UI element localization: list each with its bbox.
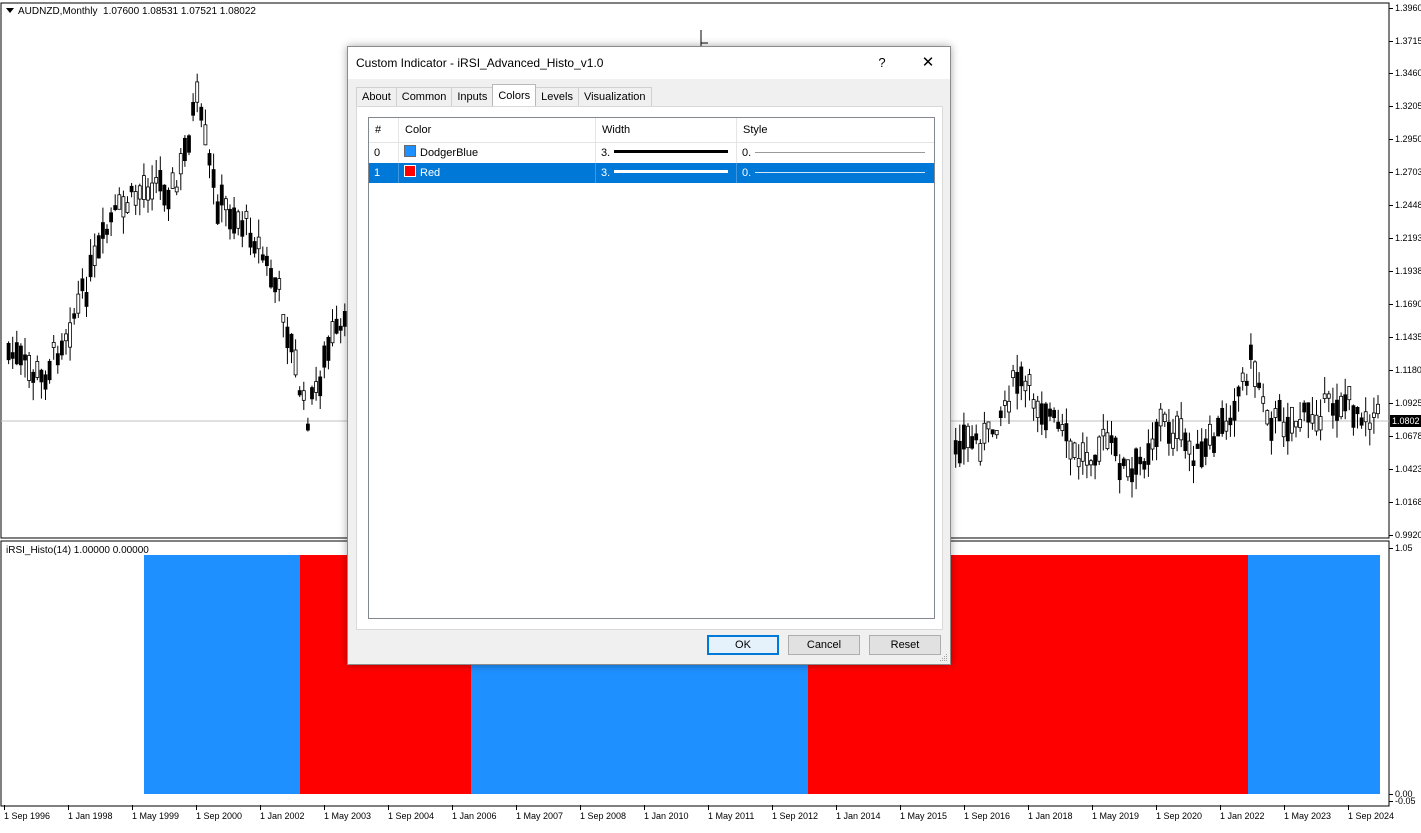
price-tick-label: 1.3460 [1389, 68, 1421, 78]
color-name: DodgerBlue [420, 147, 479, 159]
time-tick-label: 1 Jan 2014 [836, 805, 881, 821]
price-tick-label: 1.3715 [1389, 36, 1421, 46]
price-tick-label: 1.2703 [1389, 167, 1421, 177]
column-header-color[interactable]: Color [399, 118, 596, 142]
indicator-tick-label: -0.05 [1389, 796, 1416, 806]
style-line-preview [755, 172, 926, 173]
style-value: 0. [742, 147, 752, 159]
price-tick-label: 1.3960 [1389, 3, 1421, 13]
time-tick-label: 1 May 2015 [900, 805, 948, 821]
width-cell[interactable]: 3. [596, 163, 737, 183]
style-cell[interactable]: 0. [737, 163, 934, 183]
price-tick-label: 1.0168 [1389, 497, 1421, 507]
width-value: 3. [601, 147, 611, 159]
column-header-style[interactable]: Style [737, 118, 934, 142]
time-tick-label: 1 Sep 1996 [4, 805, 51, 821]
price-tick-label: 1.1435 [1389, 332, 1421, 342]
indicator-title: iRSI_Histo(14) 1.00000 0.00000 [6, 545, 149, 556]
time-tick-label: 1 Sep 2000 [196, 805, 243, 821]
custom-indicator-dialog: Custom Indicator - iRSI_Advanced_Histo_v… [347, 46, 951, 665]
price-tick-label: 1.1180 [1389, 365, 1421, 375]
table-row-selected[interactable]: 1 Red 3. 0. [369, 163, 934, 183]
width-line-preview [614, 150, 729, 153]
width-cell[interactable]: 3. [596, 143, 737, 163]
table-row[interactable]: 0 DodgerBlue 3. 0. [369, 143, 934, 163]
color-cell[interactable]: Red [399, 163, 596, 183]
time-tick-label: 1 May 2011 [708, 805, 755, 821]
price-tick-label: 1.0423 [1389, 464, 1421, 474]
help-button[interactable]: ? [870, 53, 894, 73]
time-tick-label: 1 May 2007 [516, 805, 564, 821]
dropdown-triangle-icon [6, 8, 14, 13]
tab-levels[interactable]: Levels [535, 87, 579, 106]
symbol-title: AUDNZD,Monthly 1.07600 1.08531 1.07521 1… [6, 6, 256, 17]
row-index: 0 [369, 143, 399, 163]
time-tick-label: 1 Jan 2002 [260, 805, 305, 821]
time-tick-label: 1 May 2003 [324, 805, 372, 821]
tab-visualization[interactable]: Visualization [577, 87, 652, 106]
histogram-bar-blue [1248, 555, 1380, 794]
price-tick-label: 1.1938 [1389, 266, 1421, 276]
width-value: 3. [601, 167, 611, 179]
price-tick-label: 0.9920 [1389, 530, 1421, 540]
color-swatch [404, 145, 416, 157]
time-tick-label: 1 Jan 1998 [68, 805, 113, 821]
tab-colors[interactable]: Colors [492, 84, 537, 106]
indicator-tick-label: 1.05 [1389, 543, 1413, 553]
histogram-bar-blue [144, 555, 300, 794]
style-cell[interactable]: 0. [737, 143, 934, 163]
time-tick-label: 1 May 1999 [132, 805, 180, 821]
colors-grid: # Color Width Style 0 DodgerBlue 3. 0. 1… [368, 117, 935, 619]
time-tick-label: 1 Sep 2020 [1156, 805, 1203, 821]
current-price-label: 1.0802 [1390, 415, 1421, 427]
price-tick-label: 1.3205 [1389, 101, 1421, 111]
colors-panel: # Color Width Style 0 DodgerBlue 3. 0. 1… [356, 106, 943, 630]
time-tick-label: 1 Sep 2008 [580, 805, 627, 821]
width-line-preview [614, 170, 729, 173]
dialog-title: Custom Indicator - iRSI_Advanced_Histo_v… [356, 56, 604, 70]
time-tick-label: 1 May 2019 [1092, 805, 1140, 821]
row-index: 1 [369, 163, 399, 183]
time-tick-label: 1 Sep 2012 [772, 805, 819, 821]
time-tick-label: 1 May 2023 [1284, 805, 1332, 821]
price-tick-label: 1.1690 [1389, 299, 1421, 309]
price-tick-label: 1.2193 [1389, 233, 1421, 243]
tab-inputs[interactable]: Inputs [451, 87, 494, 106]
cancel-button[interactable]: Cancel [788, 635, 860, 655]
column-header-width[interactable]: Width [596, 118, 737, 142]
time-tick-label: 1 Sep 2016 [964, 805, 1011, 821]
time-tick-label: 1 Sep 2024 [1348, 805, 1395, 821]
price-axis[interactable]: 1.3960 1.3715 1.3460 1.3205 1.2950 1.2703 1.24… [1389, 0, 1421, 806]
price-tick-label: 1.0925 [1389, 398, 1421, 408]
time-tick-label: 1 Jan 2010 [644, 805, 689, 821]
close-icon[interactable]: ✕ [914, 53, 942, 73]
dialog-titlebar[interactable]: Custom Indicator - iRSI_Advanced_Histo_v… [348, 47, 950, 79]
time-axis[interactable]: 1 Sep 1996 1 Jan 1998 1 May 1999 1 Sep 2000… [0, 805, 1421, 833]
price-tick-label: 1.2448 [1389, 200, 1421, 210]
tab-common[interactable]: Common [395, 87, 453, 106]
ok-button[interactable]: OK [707, 635, 779, 655]
color-cell[interactable]: DodgerBlue [399, 143, 596, 163]
price-tick-label: 1.2950 [1389, 134, 1421, 144]
symbol-title-text: AUDNZD,Monthly 1.07600 1.08531 1.07521 1… [18, 6, 256, 17]
column-header-index[interactable]: # [369, 118, 399, 142]
color-swatch [404, 165, 416, 177]
style-value: 0. [742, 167, 752, 179]
time-tick-label: 1 Sep 2004 [388, 805, 435, 821]
tab-bar: About Common Inputs Colors Levels Visual… [356, 84, 652, 106]
tab-about[interactable]: About [356, 87, 397, 106]
time-tick-label: 1 Jan 2018 [1028, 805, 1073, 821]
reset-button[interactable]: Reset [869, 635, 941, 655]
time-tick-label: 1 Jan 2022 [1220, 805, 1265, 821]
time-tick-label: 1 Jan 2006 [452, 805, 497, 821]
resize-grip-icon[interactable] [939, 653, 948, 662]
grid-header: # Color Width Style [369, 118, 934, 143]
color-name: Red [420, 167, 441, 179]
price-tick-label: 1.0678 [1389, 431, 1421, 441]
style-line-preview [755, 152, 926, 153]
